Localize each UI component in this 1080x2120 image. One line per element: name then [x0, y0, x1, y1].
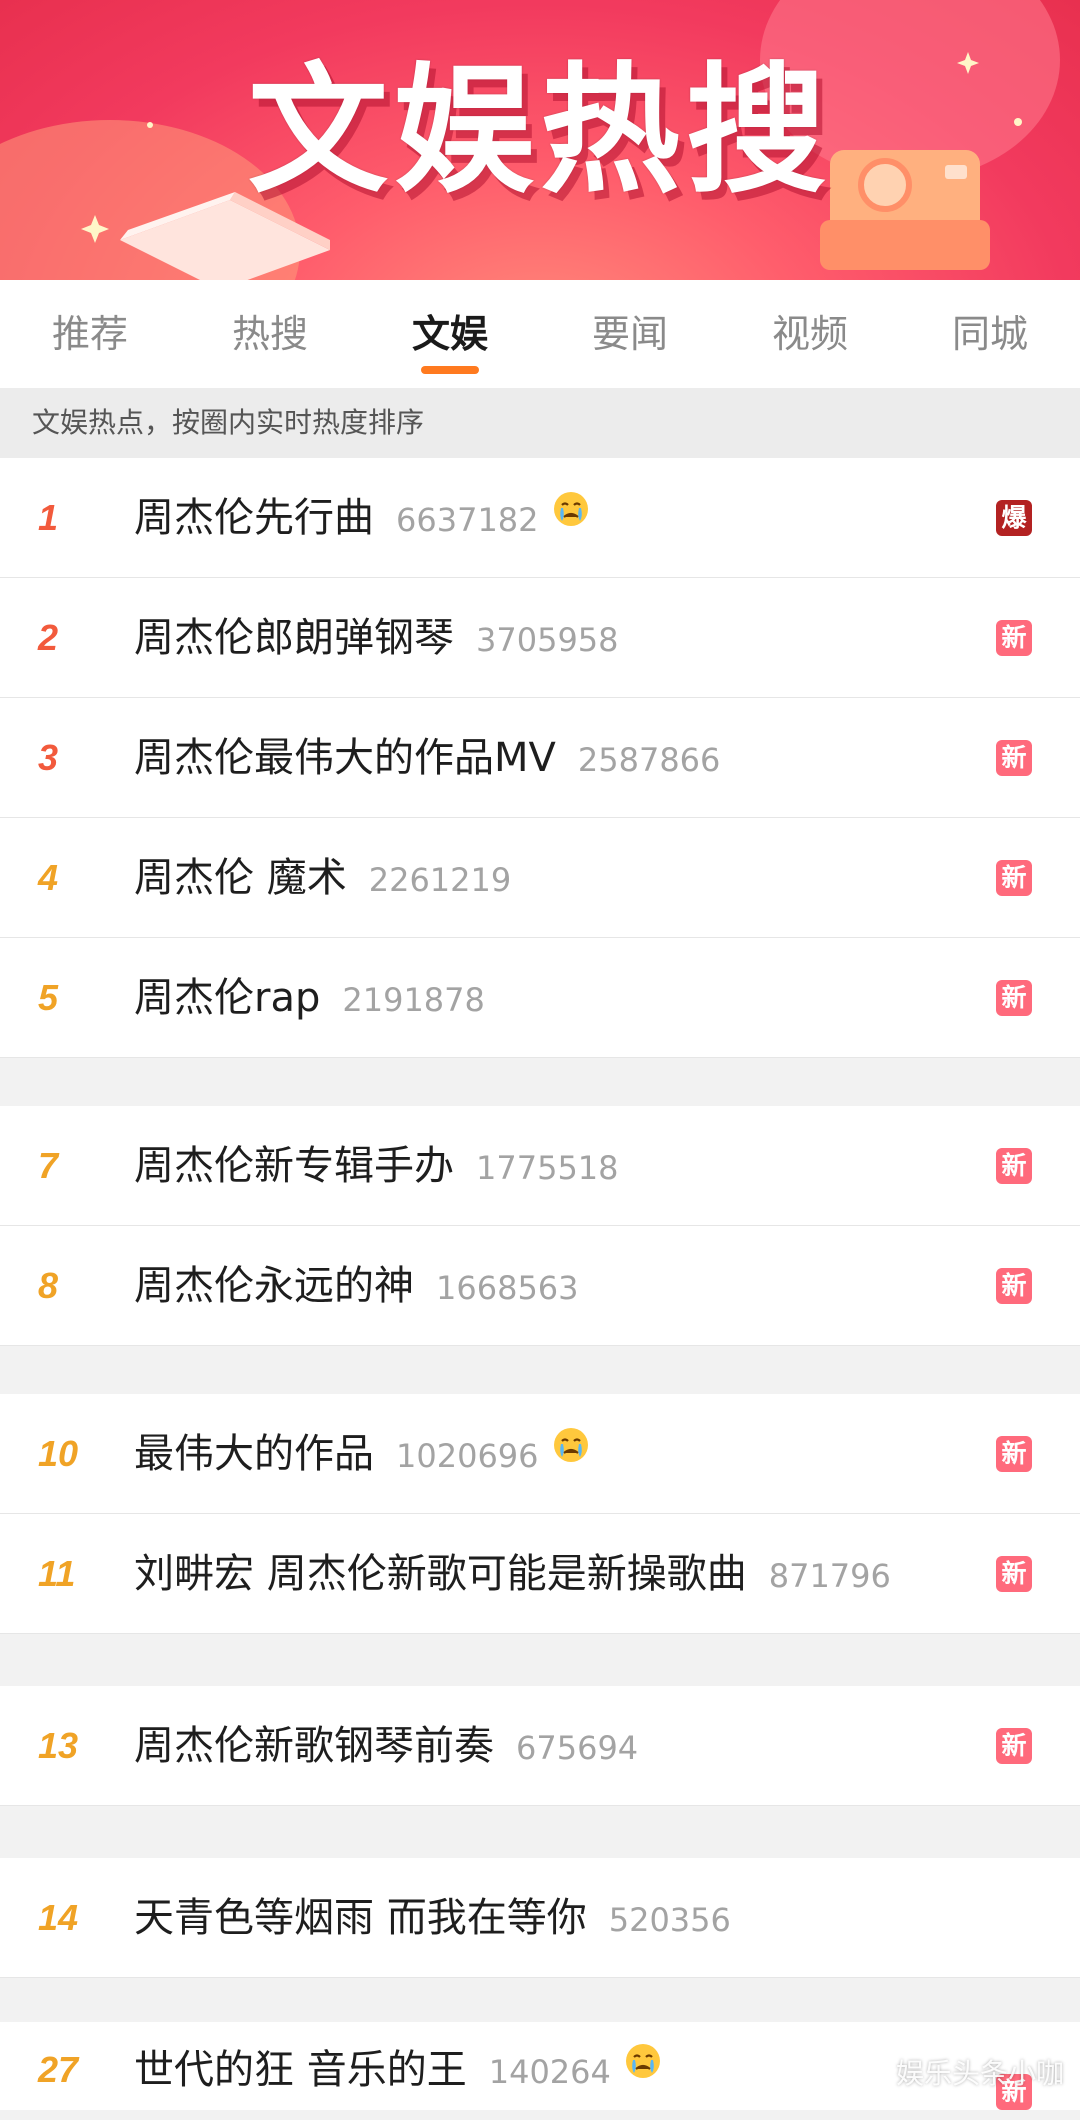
rank-number: 1 — [38, 497, 59, 538]
rank-number: 8 — [38, 1265, 59, 1306]
topic-title: 最伟大的作品 — [134, 1431, 374, 1477]
topic-title: 周杰伦郎朗弹钢琴 — [134, 615, 454, 661]
heat-count: 2261219 — [368, 861, 512, 899]
list-item[interactable]: 4 周杰伦 魔术 2261219 新 — [0, 818, 1080, 938]
list-item[interactable]: 7 周杰伦新专辑手办 1775518 新 — [0, 1106, 1080, 1226]
crying-face-icon — [623, 2020, 663, 2116]
topic-title: 世代的狂 音乐的王 — [134, 2047, 467, 2093]
new-badge: 新 — [996, 1148, 1032, 1184]
list-item[interactable]: 3 周杰伦最伟大的作品MV 2587866 新 — [0, 698, 1080, 818]
heat-count: 6637182 — [396, 501, 539, 539]
tab-local[interactable]: 同城 — [946, 280, 1034, 388]
tab-hot-search[interactable]: 热搜 — [226, 280, 314, 388]
new-badge: 新 — [996, 1436, 1032, 1472]
rank-number: 10 — [38, 1433, 79, 1474]
heat-count: 1775518 — [476, 1149, 619, 1187]
topic-title: 周杰伦新歌钢琴前奏 — [134, 1723, 494, 1769]
tab-video[interactable]: 视频 — [766, 280, 854, 388]
new-badge: 新 — [996, 620, 1032, 656]
tab-news[interactable]: 要闻 — [586, 280, 674, 388]
rank-number: 11 — [38, 1553, 76, 1594]
rank-number: 7 — [38, 1145, 59, 1186]
heat-count: 1668563 — [436, 1269, 579, 1307]
heat-count: 2587866 — [577, 741, 721, 779]
topic-title: 天青色等烟雨 而我在等你 — [134, 1895, 587, 1941]
topic-title: 周杰伦 魔术 — [134, 855, 347, 901]
list-item[interactable]: 10 最伟大的作品 1020696 新 — [0, 1394, 1080, 1514]
topic-title: 周杰伦新专辑手办 — [134, 1143, 454, 1189]
crying-face-icon — [551, 1392, 591, 1512]
hot-badge: 爆 — [996, 500, 1032, 536]
heat-count: 871796 — [768, 1557, 891, 1595]
tab-recommend[interactable]: 推荐 — [46, 280, 134, 388]
topic-title: 周杰伦rap — [134, 975, 321, 1021]
rank-number: 13 — [38, 1725, 79, 1766]
new-badge: 新 — [996, 740, 1032, 776]
header-banner: 文娱热搜 — [0, 0, 1080, 280]
new-badge: 新 — [996, 1268, 1032, 1304]
new-badge: 新 — [996, 860, 1032, 896]
list-description: 文娱热点，按圈内实时热度排序 — [0, 388, 1080, 458]
heat-count: 520356 — [608, 1901, 731, 1939]
rank-number: 3 — [38, 737, 59, 778]
new-badge: 新 — [996, 1728, 1032, 1764]
crying-face-icon — [551, 456, 591, 576]
rank-number: 4 — [38, 857, 59, 898]
heat-count: 675694 — [516, 1729, 639, 1767]
rank-number: 14 — [38, 1897, 79, 1938]
rank-number: 2 — [38, 617, 59, 658]
new-badge: 新 — [996, 1556, 1032, 1592]
rank-number: 5 — [38, 977, 59, 1018]
list-item[interactable]: 1 周杰伦先行曲 6637182 爆 — [0, 458, 1080, 578]
heat-count: 140264 — [488, 2053, 611, 2091]
list-item[interactable]: 8 周杰伦永远的神 1668563 新 — [0, 1226, 1080, 1346]
heat-count: 2191878 — [342, 981, 485, 1019]
topic-title: 周杰伦最伟大的作品MV — [134, 735, 556, 781]
watermark: 娱乐头条小咖 — [895, 2057, 1064, 2090]
tab-bar: 推荐 热搜 文娱 要闻 视频 同城 — [0, 280, 1080, 388]
tab-entertainment[interactable]: 文娱 — [406, 280, 494, 388]
topic-title: 周杰伦先行曲 — [134, 495, 374, 541]
list-item[interactable]: 13 周杰伦新歌钢琴前奏 675694 新 — [0, 1686, 1080, 1806]
list-item[interactable]: 5 周杰伦rap 2191878 新 — [0, 938, 1080, 1058]
list-item[interactable]: 11 刘畊宏 周杰伦新歌可能是新操歌曲 871796 新 — [0, 1514, 1080, 1634]
list-item[interactable]: 14 天青色等烟雨 而我在等你 520356 — [0, 1858, 1080, 1978]
new-badge: 新 — [996, 980, 1032, 1016]
rank-number: 27 — [38, 2049, 79, 2090]
banner-title: 文娱热搜 — [247, 50, 832, 213]
topic-title: 周杰伦永远的神 — [134, 1263, 414, 1309]
heat-count: 1020696 — [396, 1437, 539, 1475]
topic-title: 刘畊宏 周杰伦新歌可能是新操歌曲 — [134, 1551, 747, 1597]
list-item[interactable]: 2 周杰伦郎朗弹钢琴 3705958 新 — [0, 578, 1080, 698]
heat-count: 3705958 — [476, 621, 619, 659]
